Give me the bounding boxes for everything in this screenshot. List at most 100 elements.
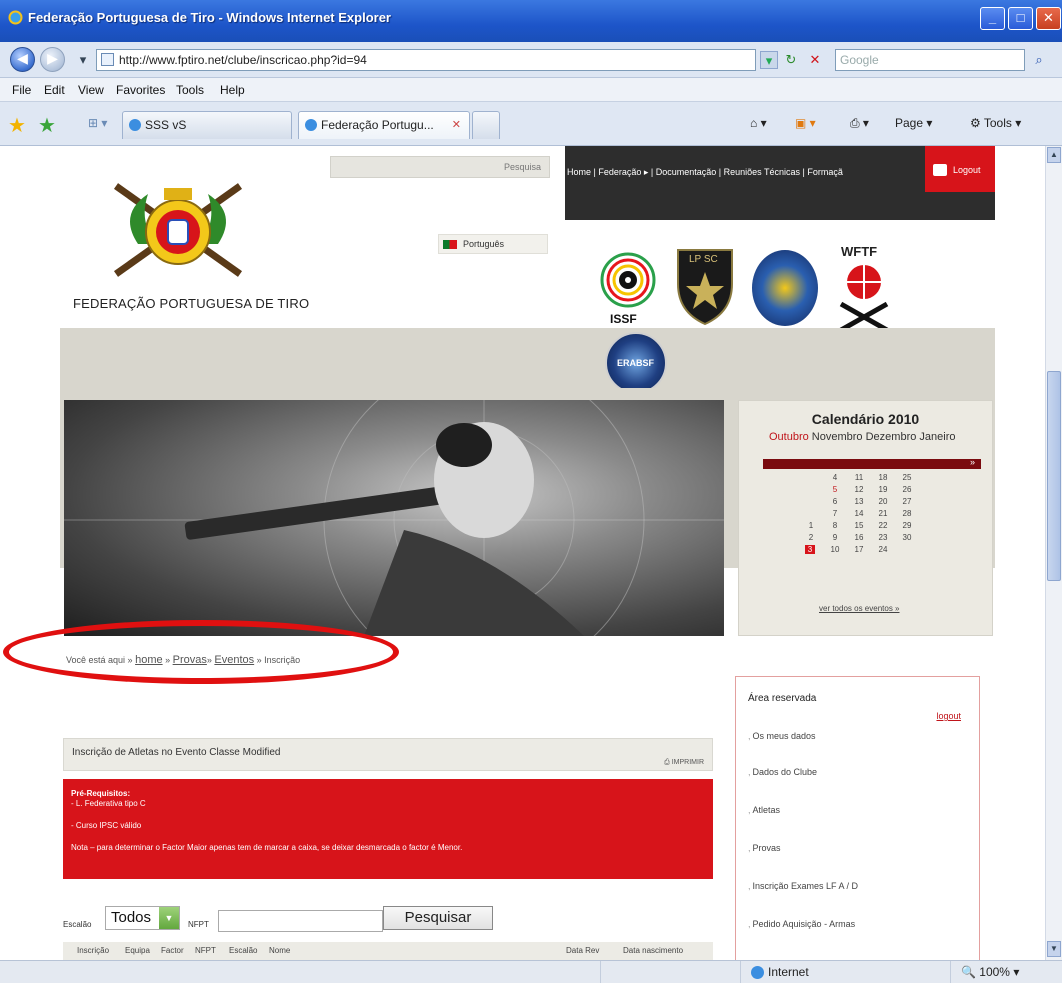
calendar-day[interactable]: 24 (871, 545, 895, 554)
close-tab-icon[interactable]: ✕ (452, 112, 461, 138)
menu-help[interactable]: Help (220, 83, 245, 97)
col-inscricao[interactable]: Inscrição (77, 946, 109, 955)
print-link[interactable]: ⎙ IMPRIMIR (664, 759, 704, 767)
reserved-item-atletas[interactable]: Atletas (748, 805, 781, 815)
calendar-day[interactable]: 21 (871, 509, 895, 518)
calendar-day[interactable]: 30 (895, 533, 919, 542)
maximize-button[interactable]: □ (1008, 7, 1033, 30)
back-button[interactable]: ◀ (10, 47, 35, 72)
nfpt-input[interactable] (218, 910, 383, 932)
month-link-outubro[interactable]: Outubro (769, 431, 809, 443)
erabsf-logo[interactable]: ERABSF (605, 332, 667, 394)
reserved-item-armas[interactable]: Pedido Aquisição - Armas (748, 919, 856, 929)
see-all-events-link[interactable]: ver todos os eventos » (819, 604, 900, 613)
tools-menu[interactable]: ⚙ Tools ▾ (970, 116, 1021, 130)
nfpt-label: NFPT (188, 920, 209, 929)
col-escalao[interactable]: Escalão (229, 946, 257, 955)
calendar-day[interactable]: 17 (847, 545, 871, 554)
calendar-day[interactable]: 13 (847, 497, 871, 506)
month-links[interactable]: Novembro Dezembro Janeiro (809, 431, 956, 443)
calendar-day[interactable]: 27 (895, 497, 919, 506)
escalao-select[interactable]: Todos ▼ (105, 906, 180, 930)
menu-favorites[interactable]: Favorites (116, 83, 165, 97)
home-icon[interactable]: ⌂ ▾ (750, 116, 767, 130)
security-zone[interactable]: Internet (740, 961, 950, 983)
calendar-day[interactable]: 23 (871, 533, 895, 542)
page-menu[interactable]: Page ▾ (895, 116, 932, 130)
menu-edit[interactable]: Edit (44, 83, 65, 97)
reserved-item-exames[interactable]: Inscrição Exames LF A / D (748, 881, 859, 891)
calendar-day-today[interactable]: 3 (805, 545, 815, 554)
calendar-day[interactable]: 14 (847, 509, 871, 518)
calendar-day[interactable]: 6 (823, 497, 847, 506)
calendar-day[interactable]: 20 (871, 497, 895, 506)
calendar-day[interactable]: 15 (847, 521, 871, 530)
calendar-day[interactable]: 25 (895, 473, 919, 482)
association-logo[interactable] (752, 250, 818, 326)
zoom-control[interactable]: 🔍 100% ▾ (950, 961, 1062, 983)
search-icon[interactable]: ⌕ (1030, 51, 1048, 69)
search-button[interactable]: Pesquisar (383, 906, 493, 930)
history-dropdown-icon[interactable]: ▾ (74, 51, 92, 69)
refresh-icon[interactable]: ↻ (782, 51, 800, 69)
calendar-day[interactable]: 8 (823, 521, 847, 530)
minimize-button[interactable]: _ (980, 7, 1005, 30)
calendar-day[interactable]: 1 (799, 521, 823, 530)
site-nav-links[interactable]: Home | Federação ▸ | Documentação | Reun… (567, 167, 843, 178)
col-nfpt[interactable]: NFPT (195, 946, 216, 955)
issf-logo[interactable]: ISSF (598, 250, 658, 328)
language-select[interactable]: Português (438, 234, 548, 254)
site-search-input[interactable]: Pesquisa (330, 156, 550, 178)
favorites-star-icon[interactable]: ★ (8, 113, 26, 138)
col-data-nascimento[interactable]: Data nascimento (623, 946, 683, 955)
add-favorites-icon[interactable]: ★ (38, 113, 56, 138)
calendar-day[interactable]: 7 (823, 509, 847, 518)
col-nome[interactable]: Nome (269, 946, 290, 955)
dropdown-icon[interactable]: ▾ (760, 51, 778, 69)
scroll-thumb[interactable] (1047, 371, 1061, 581)
calendar-day[interactable]: 19 (871, 485, 895, 494)
calendar-day[interactable]: 10 (823, 545, 847, 554)
calendar-day[interactable]: 28 (895, 509, 919, 518)
vertical-scrollbar[interactable]: ▲ ▼ (1045, 146, 1062, 960)
calendar-day[interactable]: 29 (895, 521, 919, 530)
calendar-day[interactable]: 26 (895, 485, 919, 494)
logout-button[interactable]: Logout (925, 146, 995, 192)
logout-label: Logout (953, 165, 981, 175)
scroll-down-icon[interactable]: ▼ (1047, 941, 1061, 957)
calendar-day[interactable]: 22 (871, 521, 895, 530)
calendar-day[interactable]: 18 (871, 473, 895, 482)
reserved-item-dados-clube[interactable]: Dados do Clube (748, 767, 818, 777)
tab-sss-vs[interactable]: SSS vS (122, 111, 292, 139)
col-factor[interactable]: Factor (161, 946, 184, 955)
menu-file[interactable]: File (12, 83, 31, 97)
tab-federacao[interactable]: Federação Portugu... ✕ (298, 111, 470, 139)
forward-button[interactable]: ▶ (40, 47, 65, 72)
col-equipa[interactable]: Equipa (125, 946, 150, 955)
lpsc-logo[interactable]: LP SC (676, 246, 734, 326)
new-tab-button[interactable] (472, 111, 500, 139)
scroll-up-icon[interactable]: ▲ (1047, 147, 1061, 163)
calendar-day[interactable]: 16 (847, 533, 871, 542)
calendar-next-arrow[interactable]: » (970, 457, 975, 467)
stop-icon[interactable]: ✕ (806, 51, 824, 69)
search-input[interactable]: Google (835, 49, 1025, 71)
col-data-rev[interactable]: Data Rev (566, 946, 599, 955)
menu-tools[interactable]: Tools (176, 83, 204, 97)
feeds-icon[interactable]: ▣ ▾ (795, 116, 816, 130)
calendar-day[interactable]: 2 (799, 533, 823, 542)
print-icon[interactable]: ⎙ ▾ (850, 116, 869, 131)
reserved-logout-link[interactable]: logout (936, 711, 961, 721)
calendar-day[interactable]: 4 (823, 473, 847, 482)
calendar-day[interactable]: 5 (823, 485, 847, 494)
menu-view[interactable]: View (78, 83, 104, 97)
close-button[interactable]: ✕ (1036, 7, 1061, 30)
reserved-item-os-meus-dados[interactable]: Os meus dados (748, 731, 816, 741)
calendar-day[interactable]: 9 (823, 533, 847, 542)
quick-tabs-icon[interactable]: ⊞ ▾ (88, 116, 107, 130)
calendar-day[interactable]: 12 (847, 485, 871, 494)
wftf-logo[interactable]: WFTF (835, 244, 893, 334)
reserved-item-provas[interactable]: Provas (748, 843, 781, 853)
url-field[interactable]: http://www.fptiro.net/clube/inscricao.ph… (96, 49, 756, 71)
calendar-day[interactable]: 11 (847, 473, 871, 482)
